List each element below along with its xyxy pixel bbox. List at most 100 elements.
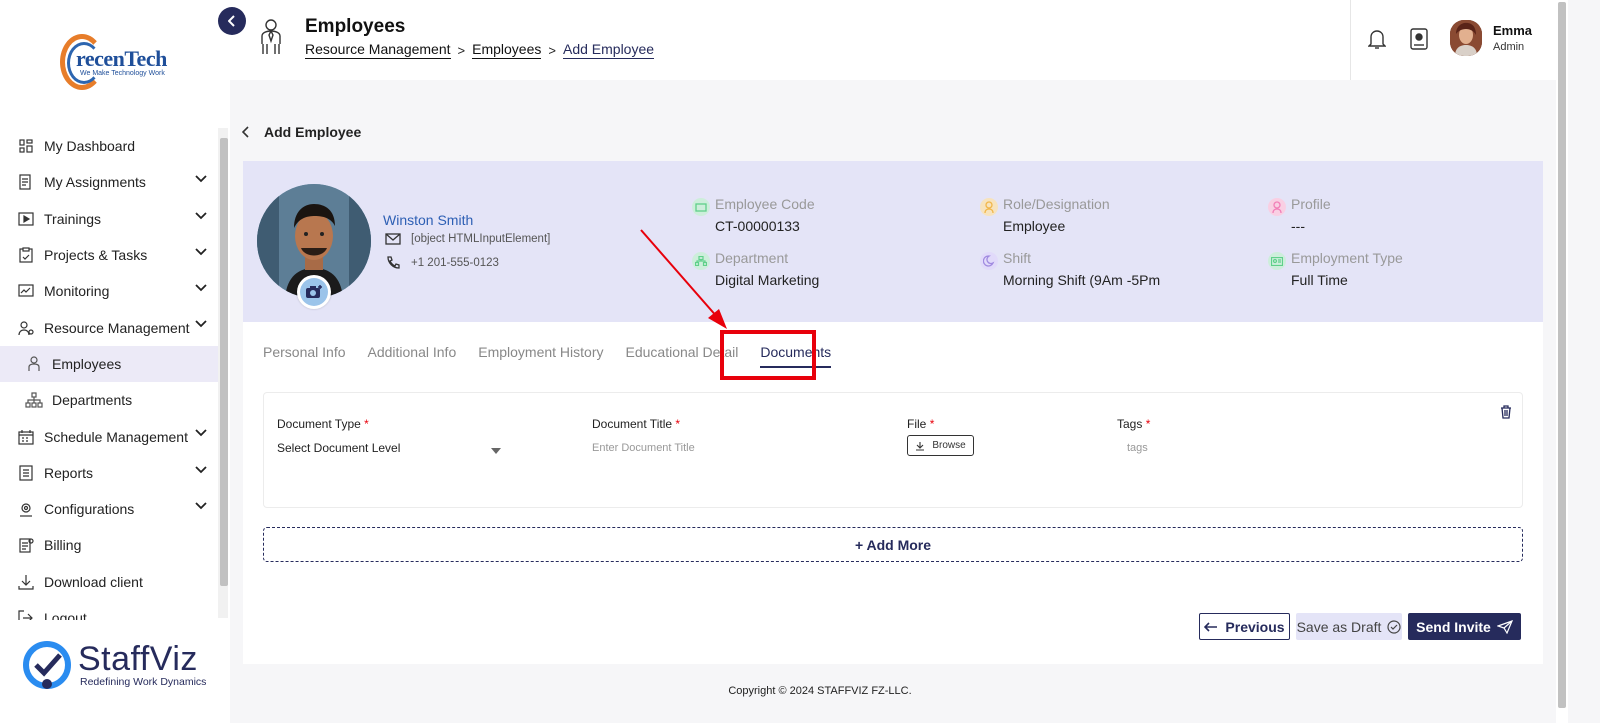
mail-icon — [385, 233, 401, 245]
send-icon — [1496, 619, 1513, 634]
info-label: Employee Code — [715, 196, 815, 212]
sidebar-item-label: My Dashboard — [44, 138, 136, 155]
staffviz-logo-icon — [23, 641, 71, 689]
document-type-label: Document Type * — [277, 417, 369, 431]
page-title: Employees — [305, 16, 406, 37]
breadcrumb-separator: > — [457, 42, 466, 58]
chevron-down-icon — [195, 320, 207, 328]
tags-input[interactable]: tags — [1127, 442, 1148, 454]
info-value: Digital Marketing — [715, 272, 820, 288]
send-invite-button[interactable]: Send Invite — [1408, 613, 1521, 640]
chevron-left-icon — [228, 15, 235, 27]
sidebar-item-label: Resource Management — [44, 319, 190, 336]
chevron-left-icon — [242, 126, 249, 138]
sidebar-item-employees[interactable]: Employees — [0, 345, 222, 383]
sidebar-item-label: Reports — [44, 464, 94, 481]
breadcrumb-separator: > — [548, 42, 556, 58]
sidebar-item-my-dashboard[interactable]: My Dashboard — [0, 128, 222, 164]
department-icon — [692, 252, 710, 270]
caret-down-icon[interactable] — [491, 448, 501, 454]
previous-button[interactable]: Previous — [1199, 613, 1290, 640]
sidebar-item-logout[interactable]: Logout — [0, 600, 222, 620]
footer-copyright: Copyright © 2024 STAFFVIZ FZ-LLC. — [728, 685, 912, 697]
sidebar-item-label: Schedule Management — [44, 428, 188, 445]
sidebar-item-resource-management[interactable]: Resource Management — [0, 309, 222, 345]
sidebar-item-label: Departments — [52, 392, 133, 409]
tab-personal-info[interactable]: Personal Info — [263, 344, 346, 360]
header-divider — [1350, 0, 1351, 80]
browse-file-button[interactable]: Browse — [907, 435, 974, 456]
employee-email-row: [object HTMLInputElement] — [385, 233, 550, 245]
sidebar-item-label: Logout — [44, 610, 87, 620]
chevron-down-icon — [195, 284, 207, 292]
sidebar-item-label: Projects & Tasks — [44, 247, 148, 264]
info-label: Department — [715, 250, 789, 266]
sidebar-item-departments[interactable]: Departments — [0, 382, 222, 418]
info-role: Role/Designation Employee — [980, 196, 1110, 234]
sidebar-item-label: Employees — [52, 355, 122, 372]
add-employee-card: Winston Smith [object HTMLInputElement] … — [243, 161, 1543, 664]
sidebar-item-download-client[interactable]: Download client — [0, 564, 222, 600]
document-title-input[interactable]: Enter Document Title — [592, 442, 695, 454]
logo-text: recenTech — [76, 46, 167, 71]
employee-name: Winston Smith — [383, 212, 474, 228]
info-label: Employment Type — [1291, 250, 1403, 266]
sidebar-item-label: Configurations — [44, 501, 135, 518]
top-header: Employees Resource Management > Employee… — [230, 0, 1556, 80]
breadcrumb-employees[interactable]: Employees — [472, 41, 542, 59]
assignments-icon — [17, 173, 35, 191]
sidebar-item-reports[interactable]: Reports — [0, 455, 222, 491]
change-photo-button[interactable] — [297, 275, 331, 309]
trash-icon[interactable] — [1500, 405, 1512, 419]
chevron-down-icon — [195, 502, 207, 510]
sidebar-item-schedule-management[interactable]: Schedule Management — [0, 418, 222, 454]
chevron-down-icon — [195, 466, 207, 473]
breadcrumb-resource-management[interactable]: Resource Management — [305, 41, 451, 59]
page-scrollbar[interactable] — [1556, 0, 1568, 723]
sidebar-item-label: Download client — [44, 573, 143, 590]
bell-icon[interactable] — [1368, 28, 1386, 50]
employee-email: [object HTMLInputElement] — [411, 233, 551, 245]
monitoring-icon — [17, 282, 35, 300]
brand-name: StaffViz — [78, 640, 198, 678]
sidebar-item-monitoring[interactable]: Monitoring — [0, 273, 222, 309]
collapse-sidebar-button[interactable] — [218, 7, 246, 35]
page-scrollbar-thumb[interactable] — [1558, 2, 1566, 708]
billing-icon — [17, 536, 35, 554]
clipboard-icon — [17, 246, 35, 264]
sidebar-item-trainings[interactable]: Trainings — [0, 201, 222, 237]
tab-employment-history[interactable]: Employment History — [478, 344, 603, 360]
check-circle-icon — [1387, 619, 1402, 634]
info-profile: Profile --- — [1268, 196, 1331, 234]
save-as-draft-button[interactable]: Save as Draft — [1296, 613, 1402, 640]
shift-icon — [980, 252, 998, 270]
tags-label: Tags * — [1117, 417, 1151, 431]
sidebar-scrollbar-thumb[interactable] — [220, 138, 228, 586]
sidebar-item-label: Trainings — [44, 210, 102, 227]
sidebar-item-configurations[interactable]: Configurations — [0, 491, 222, 527]
info-shift: Shift Morning Shift (9Am -5Pm — [980, 250, 1160, 288]
sidebar-item-projects-tasks[interactable]: Projects & Tasks — [0, 237, 222, 273]
dashboard-icon — [17, 137, 35, 155]
employee-summary-banner: Winston Smith [object HTMLInputElement] … — [243, 161, 1543, 322]
info-value: Employee — [1003, 218, 1066, 234]
info-employee-code: Employee Code CT-00000133 — [692, 196, 815, 234]
chevron-down-icon — [195, 211, 207, 219]
breadcrumb-add-employee[interactable]: Add Employee — [562, 41, 655, 59]
sidebar-item-label: Monitoring — [44, 283, 110, 300]
tab-additional-info[interactable]: Additional Info — [368, 344, 457, 360]
sidebar-item-billing[interactable]: Billing — [0, 527, 222, 563]
document-type-select[interactable]: Select Document Level — [277, 441, 400, 455]
back-link[interactable]: Add Employee — [242, 124, 361, 140]
employee-icon — [25, 355, 43, 373]
add-more-button[interactable]: + Add More — [263, 527, 1523, 562]
user-avatar[interactable] — [1450, 20, 1482, 56]
document-entry-row: Document Type * Select Document Level Do… — [263, 392, 1523, 508]
company-logo[interactable]: recenTech We Make Technology Work — [60, 32, 174, 92]
info-label: Role/Designation — [1003, 196, 1110, 212]
download-icon — [916, 441, 925, 451]
guide-book-icon[interactable] — [1410, 28, 1428, 50]
back-label: Add Employee — [264, 124, 362, 140]
staffviz-brand: StaffViz Redefining Work Dynamics — [22, 636, 222, 692]
sidebar-item-my-assignments[interactable]: My Assignments — [0, 164, 222, 200]
